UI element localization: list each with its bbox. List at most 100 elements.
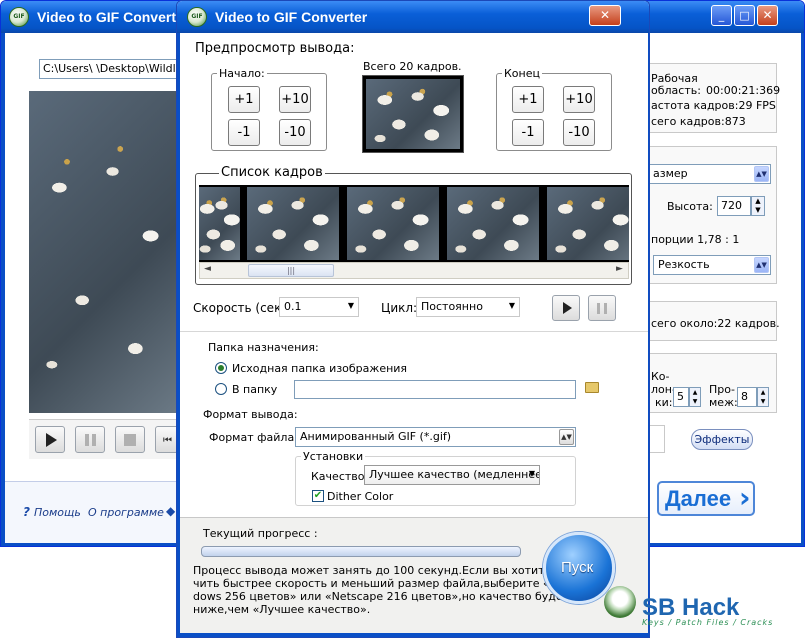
scroll-right-icon[interactable]: ►	[616, 264, 623, 274]
effects-row	[649, 425, 665, 453]
quality-label: Качество:	[311, 470, 369, 483]
loop-label: Цикл:	[381, 301, 418, 315]
video-preview-image	[29, 91, 181, 413]
gap-label-2: меж:	[709, 396, 738, 409]
columns-spinner[interactable]: ▲ ▼	[689, 387, 701, 407]
size-combo[interactable]: азмер ▲▼	[649, 164, 771, 184]
pause-icon	[85, 434, 96, 446]
chevron-down-icon: ▲▼	[559, 429, 574, 445]
rewind-icon: ⏮	[163, 435, 172, 446]
start-button[interactable]: Пуск	[543, 532, 615, 604]
info-line-1: Процесс вывода может занять до 100 секун…	[193, 564, 587, 577]
frame-thumbnail[interactable]	[199, 187, 243, 260]
chevron-down-icon: ▼	[347, 301, 354, 310]
total-frames-label: Всего 20 кадров.	[363, 60, 462, 73]
sharpness-combo[interactable]: Резкость ▲▼	[653, 255, 771, 275]
end-minus1-button[interactable]: -1	[512, 119, 544, 146]
source-path-field[interactable]: C:\Users\ \Desktop\Wildlife	[39, 59, 181, 79]
pause-icon	[597, 303, 607, 314]
scroll-thumb[interactable]: |||	[248, 264, 334, 277]
maximize-icon[interactable]: □	[734, 5, 755, 26]
quality-combo[interactable]: Лучшее качество (медленнее) ▼	[364, 465, 540, 485]
frame-strip	[199, 185, 629, 262]
chevron-down-icon: ▼	[528, 469, 535, 478]
gap-field[interactable]: 8	[737, 387, 757, 407]
frame-thumbnail[interactable]	[347, 187, 442, 260]
height-spinner[interactable]: ▲ ▼	[751, 196, 765, 216]
video-pause-button[interactable]	[75, 426, 105, 453]
dialog-frame-right	[648, 33, 649, 637]
start-minus1-button[interactable]: -1	[228, 119, 260, 146]
watermark-logo-icon	[604, 586, 636, 618]
output-format-label: Формат вывода:	[203, 408, 298, 421]
help-link[interactable]: Помощь	[34, 506, 81, 519]
preview-play-button[interactable]	[552, 295, 580, 321]
about-link[interactable]: О программе	[88, 506, 164, 519]
watermark-tagline: Keys / Patch Files / Cracks	[642, 618, 774, 627]
start-button-label: Пуск	[561, 559, 594, 576]
gap-label-1: Про-	[709, 383, 735, 396]
gap-spinner[interactable]: ▲ ▼	[757, 387, 769, 407]
gif-preview-box	[362, 75, 464, 153]
radio-source-folder[interactable]	[215, 362, 227, 374]
frame-list-label: Список кадров	[219, 165, 325, 180]
info-line-2: чить быстрее скорость и меньший размер ф…	[193, 577, 575, 590]
dither-checkbox[interactable]: ✔	[312, 490, 324, 502]
folder-icon[interactable]	[585, 382, 599, 393]
frame-thumbnail[interactable]	[547, 187, 629, 260]
video-play-button[interactable]	[35, 426, 65, 453]
frame-thumbnail[interactable]	[247, 187, 342, 260]
minimize-icon[interactable]: _	[711, 5, 732, 26]
columns-label-1: Ко-	[651, 370, 670, 383]
radio-custom-folder-label[interactable]: В папку	[232, 383, 277, 396]
start-plus10-button[interactable]: +10	[279, 86, 311, 113]
gif-preview-image	[366, 79, 460, 149]
end-group-label: Конец	[502, 67, 542, 80]
radio-custom-folder[interactable]	[215, 383, 227, 395]
end-minus10-button[interactable]: -10	[563, 119, 595, 146]
dialog-gif-icon: GIF	[187, 7, 207, 27]
chevron-right-icon: ›	[739, 481, 751, 514]
dialog-frame-bottom	[177, 633, 649, 637]
app-gif-icon: GIF	[9, 7, 29, 27]
dialog-title: Video to GIF Converter	[215, 9, 368, 25]
height-label: Высота:	[667, 200, 713, 213]
info-line-4: ниже,чем «Лучшее качество».	[193, 603, 371, 616]
progress-label: Текущий прогресс :	[203, 527, 318, 540]
end-plus1-button[interactable]: +1	[512, 86, 544, 113]
start-group-label: Начало:	[217, 67, 267, 80]
scroll-left-icon[interactable]: ◄	[204, 264, 211, 274]
end-plus10-button[interactable]: +10	[563, 86, 595, 113]
loop-combo[interactable]: Постоянно ▼	[416, 297, 520, 317]
work-area-label2: область:	[651, 84, 701, 97]
preview-pause-button[interactable]	[588, 295, 616, 321]
help-icon: ?	[23, 505, 30, 519]
approx-frames-label: сего около:22 кадров.	[651, 317, 780, 330]
next-button[interactable]: Далее ›	[657, 481, 755, 516]
dialog-close-icon[interactable]: ✕	[589, 5, 621, 26]
back-window-close-icon[interactable]: ✕	[757, 5, 778, 26]
start-minus10-button[interactable]: -10	[279, 119, 311, 146]
frame-list-scrollbar[interactable]: ◄ ||| ►	[199, 262, 629, 279]
work-area-time: 00:00:21:369	[706, 84, 781, 97]
about-arrow-icon: ◆	[166, 504, 176, 518]
progress-bar	[201, 546, 521, 557]
speed-combo[interactable]: 0.1 ▼	[279, 297, 359, 317]
dither-label[interactable]: Dither Color	[327, 490, 393, 503]
back-window-title: Video to GIF Converte	[37, 9, 184, 25]
video-stop-button[interactable]	[115, 426, 145, 453]
preview-heading: Предпросмотр вывода:	[195, 41, 355, 56]
divider	[180, 331, 648, 332]
frame-thumbnail[interactable]	[447, 187, 542, 260]
aspect-ratio-label: порции 1,78 : 1	[651, 233, 740, 246]
folder-path-field[interactable]	[294, 380, 576, 399]
file-format-label: Формат файла	[209, 431, 295, 444]
start-plus1-button[interactable]: +1	[228, 86, 260, 113]
chevron-down-icon: ▼	[508, 301, 515, 310]
dest-folder-label: Папка назначения:	[208, 341, 319, 354]
effects-button[interactable]: Эффекты	[691, 429, 753, 450]
height-field[interactable]: 720	[717, 196, 751, 216]
file-format-combo[interactable]: Анимированный GIF (*.gif) ▲▼	[295, 427, 576, 447]
columns-field[interactable]: 5	[673, 387, 689, 407]
radio-source-folder-label[interactable]: Исходная папка изображения	[232, 362, 407, 375]
